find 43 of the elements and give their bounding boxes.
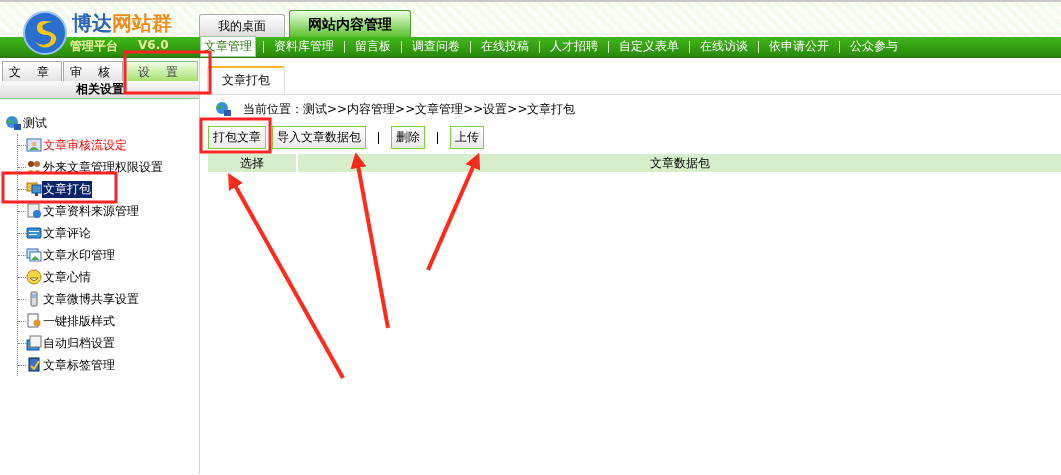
top-tab[interactable]: 我的桌面	[199, 14, 285, 37]
tree-item[interactable]: 测试	[22, 114, 48, 132]
tree-item[interactable]: 文章水印管理	[42, 246, 116, 264]
tree-item[interactable]: 自动归档设置	[42, 334, 116, 352]
menu-item[interactable]: 文章管理	[200, 36, 256, 57]
breadcrumb: 当前位置：测试>>内容管理>>文章管理>>设置>>文章打包	[243, 100, 576, 118]
tree-item-icon	[26, 269, 42, 285]
panel-header: 相关设置	[0, 81, 199, 99]
toolbar-button[interactable]: 导入文章数据包	[272, 126, 366, 149]
tree-item-icon	[26, 159, 42, 175]
tree-item[interactable]: 外来文章管理权限设置	[42, 158, 164, 176]
platform-label: 管理平台	[70, 38, 118, 55]
column-header: 选择	[208, 154, 298, 172]
tree-item-icon	[26, 313, 42, 329]
tree-item-icon	[26, 357, 42, 373]
toolbar-button[interactable]: 打包文章	[208, 126, 266, 149]
tree-item-icon	[26, 225, 42, 241]
top-tab[interactable]: 网站内容管理	[289, 10, 411, 37]
tree-item[interactable]: 文章标签管理	[42, 356, 116, 374]
tree-item-icon	[26, 247, 42, 263]
version-label: V6.0	[138, 38, 169, 54]
column-header: 文章数据包	[298, 154, 1061, 172]
tree-item-icon	[26, 335, 42, 351]
content-tab[interactable]: 文章打包	[207, 66, 285, 94]
side-tab[interactable]: 设 置	[124, 61, 198, 81]
tree-item[interactable]: 文章心情	[42, 268, 92, 286]
globe-icon	[5, 115, 21, 131]
globe-icon	[215, 101, 231, 117]
tree-item-icon	[26, 203, 42, 219]
tree-item[interactable]: 文章微博共享设置	[42, 290, 140, 308]
tree-item-icon	[26, 181, 42, 197]
brand-logo-text: 博达网站群	[72, 10, 172, 37]
toolbar-button[interactable]: 删除	[391, 126, 425, 149]
tree-item[interactable]: 文章审核流设定	[42, 136, 128, 154]
side-tab[interactable]: 审 核	[63, 61, 123, 81]
toolbar-button[interactable]: 上传	[450, 126, 484, 149]
side-tab[interactable]: 文 章	[2, 61, 62, 81]
tree-item[interactable]: 文章评论	[42, 224, 92, 242]
tree-item-icon	[26, 137, 42, 153]
tree-item[interactable]: 一键排版样式	[42, 312, 116, 330]
tree-item[interactable]: 文章资料来源管理	[42, 202, 140, 220]
logo-icon	[22, 10, 68, 56]
tree-item[interactable]: 文章打包	[42, 180, 92, 198]
